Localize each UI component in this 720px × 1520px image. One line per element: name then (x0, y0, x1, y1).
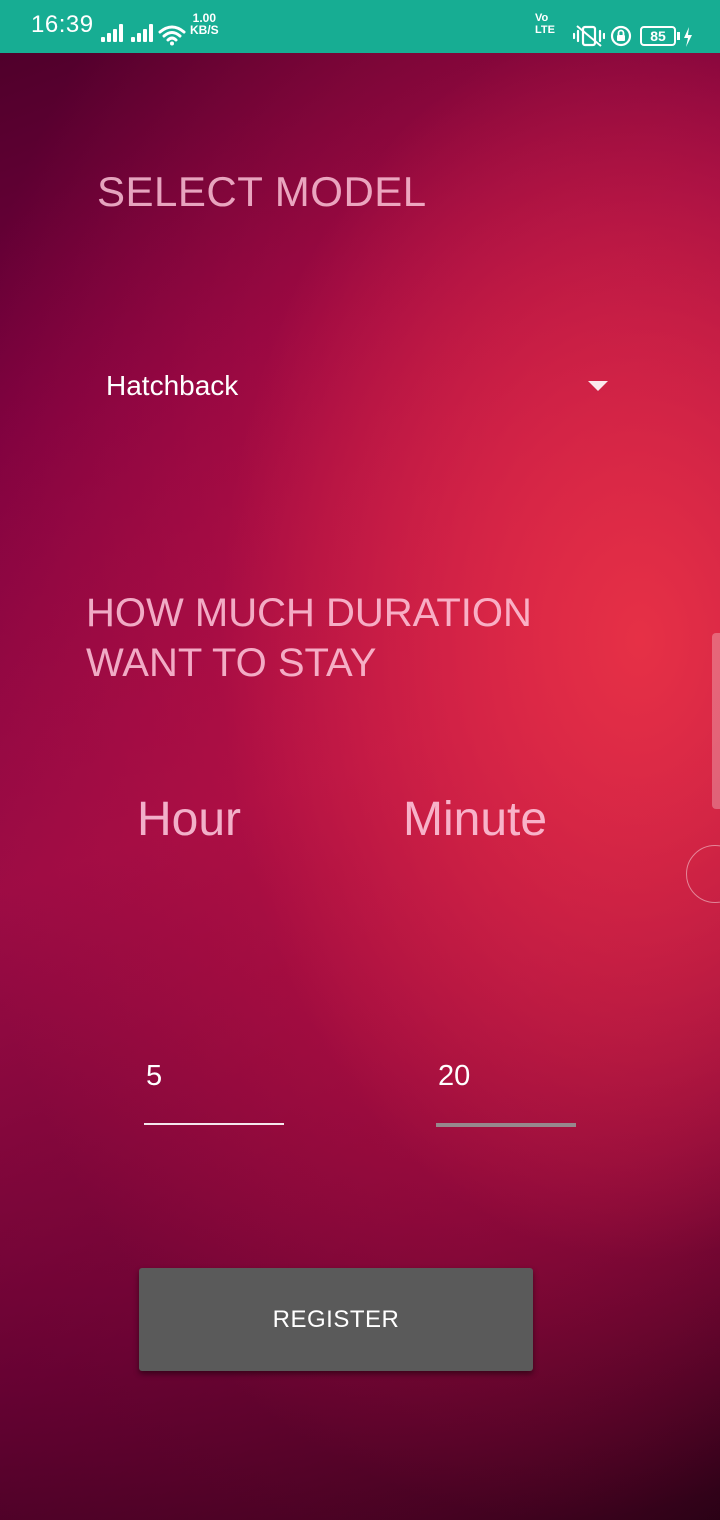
screen: 16:39 1.00 KB/S Vo LTE 85 SELECT MODEL H… (0, 0, 720, 1520)
minute-input[interactable] (436, 1046, 576, 1106)
network-speed: 1.00 KB/S (190, 12, 219, 36)
battery-level: 85 (650, 28, 666, 44)
signal-strength-icon (101, 22, 131, 42)
register-button[interactable]: REGISTER (139, 1268, 533, 1371)
minute-label: Minute (403, 793, 548, 846)
network-speed-unit: KB/S (190, 23, 219, 37)
select-model-heading: SELECT MODEL (97, 168, 427, 215)
volte-top: Vo (535, 12, 549, 24)
hour-input-underline (144, 1123, 284, 1125)
duration-question-line2: WANT TO STAY (86, 641, 377, 685)
model-spinner[interactable]: Hatchback (92, 350, 622, 424)
charging-icon (684, 27, 692, 47)
status-time: 16:39 (31, 11, 94, 38)
status-bar: 16:39 1.00 KB/S Vo LTE 85 (0, 0, 720, 53)
hour-label: Hour (137, 793, 242, 846)
battery-cap (677, 32, 680, 40)
dropdown-arrow-icon (588, 381, 608, 391)
wifi-icon (158, 25, 186, 46)
minute-input-underline (436, 1123, 576, 1127)
volte-bottom: LTE (535, 24, 555, 36)
lock-rotation-icon (610, 25, 632, 47)
vibrate-icon (573, 25, 605, 47)
volte-icon: Vo LTE (535, 12, 555, 36)
hour-input[interactable] (144, 1046, 284, 1106)
edge-panel-handle[interactable] (712, 633, 720, 809)
signal-strength-icon (131, 22, 161, 42)
duration-question-line1: HOW MUCH DURATION (86, 591, 532, 635)
model-spinner-value: Hatchback (106, 370, 239, 401)
duration-question: HOW MUCH DURATION WANT TO STAY (86, 588, 606, 688)
